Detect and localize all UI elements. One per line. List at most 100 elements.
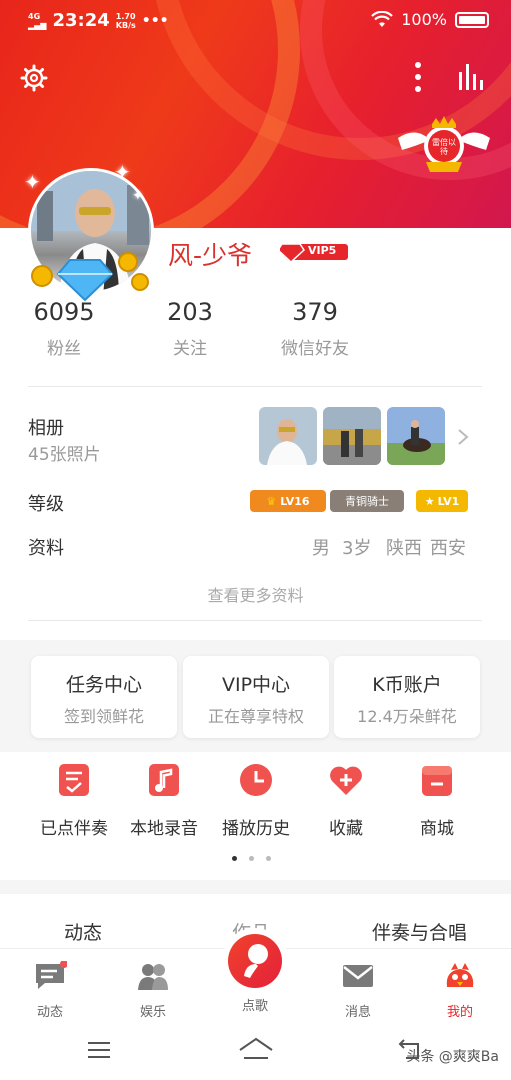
nav-feed[interactable]: 动态: [10, 960, 90, 1020]
section-gap: [0, 880, 511, 894]
info-gender: 男: [312, 538, 330, 559]
info-city: 西安: [430, 538, 466, 559]
nav-label: 消息: [344, 1005, 371, 1020]
event-badge[interactable]: 雷倍以待: [396, 116, 492, 178]
watermark: 头条 @爽爽Ba: [406, 1049, 499, 1065]
following-count: 203: [167, 298, 213, 326]
status-bar: 4G ▂▄▆ 23:24 1.70 KB/s ••• 100%: [0, 0, 511, 40]
more-info-link[interactable]: 查看更多资料: [0, 582, 511, 606]
network-indicator: 4G ▂▄▆: [28, 11, 47, 30]
wechat-friends-stat[interactable]: 379 微信好友: [272, 298, 358, 359]
people-icon: [138, 964, 168, 990]
fans-label: 粉丝: [47, 339, 81, 359]
nav-mine[interactable]: 我的: [420, 961, 500, 1020]
song-request-button[interactable]: [222, 928, 288, 994]
tool-label: 收藏: [329, 819, 363, 839]
card-title: K币账户: [372, 674, 442, 696]
message-icon: [36, 960, 68, 989]
sparkle-icon: ✦: [132, 188, 144, 204]
vip-badge[interactable]: VIP5: [277, 238, 350, 264]
avatar-frame[interactable]: ✦ ✦ ✦: [20, 160, 162, 302]
fans-stat[interactable]: 6095 粉丝: [28, 298, 100, 359]
tool-label: 商城: [420, 819, 454, 839]
star-level-text: LV1: [437, 494, 460, 508]
following-stat[interactable]: 203 关注: [160, 298, 220, 359]
nav-label: 点歌: [241, 999, 268, 1014]
album-thumbnail[interactable]: [323, 407, 381, 465]
wifi-icon: [371, 10, 394, 27]
info-age: 3岁: [342, 538, 372, 559]
divider: [28, 386, 482, 387]
info-label: 资料: [28, 538, 64, 559]
diamond-coins-decoration: [31, 252, 149, 302]
bird-icon: [446, 963, 474, 987]
nickname: 风-少爷: [168, 241, 253, 270]
album-label: 相册: [28, 418, 64, 439]
tool-label: 本地录音: [130, 819, 198, 839]
sparkle-icon: ✦: [114, 160, 131, 184]
tool-play-history[interactable]: 播放历史: [206, 762, 306, 839]
nav-entertainment[interactable]: 娱乐: [113, 961, 193, 1020]
home-icon[interactable]: [238, 1036, 274, 1060]
chevron-right-icon[interactable]: [456, 428, 470, 446]
album-thumbnail[interactable]: [259, 407, 317, 465]
menu-icon[interactable]: [86, 1040, 112, 1060]
clock-icon: [240, 764, 272, 796]
card-subtitle: 12.4万朵鲜花: [357, 707, 457, 726]
heart-plus-icon: [330, 766, 362, 795]
music-note-icon: [149, 764, 179, 796]
divider: [28, 620, 482, 621]
album-count: 45张照片: [28, 445, 101, 465]
clock: 23:24: [52, 10, 110, 31]
vip-level: VIP5: [308, 244, 337, 257]
nav-label: 我的: [446, 1005, 473, 1020]
event-badge-label: 雷倍以待: [432, 138, 456, 156]
card-subtitle: 正在尊享特权: [207, 707, 304, 726]
tool-shop[interactable]: 商城: [387, 762, 487, 839]
tool-label: 播放历史: [222, 819, 290, 839]
more-vertical-icon[interactable]: [410, 60, 426, 94]
page-dot: [249, 856, 254, 861]
tool-favorites[interactable]: 收藏: [296, 762, 396, 839]
page-dot: [266, 856, 271, 861]
battery-icon: [455, 11, 489, 28]
tab-accompaniment-chorus[interactable]: 伴奏与合唱: [372, 918, 467, 945]
level-badge[interactable]: ♛ LV16: [250, 490, 326, 512]
fans-count: 6095: [33, 298, 95, 326]
card-subtitle: 签到领鲜花: [63, 707, 144, 726]
wechat-friends-label: 微信好友: [281, 339, 349, 359]
level-badge-text: LV16: [280, 494, 310, 508]
star-icon: ★: [424, 494, 435, 508]
tab-feed[interactable]: 动态: [64, 918, 102, 945]
settings-gear-icon[interactable]: [20, 64, 48, 92]
album-thumbnail[interactable]: [387, 407, 445, 465]
nav-messages[interactable]: 消息: [318, 961, 398, 1020]
tool-local-recording[interactable]: 本地录音: [114, 762, 214, 839]
star-level-badge[interactable]: ★ LV1: [416, 490, 468, 512]
info-province: 陕西: [386, 538, 422, 559]
page-dot: [232, 856, 237, 861]
card-title: VIP中心: [221, 674, 291, 696]
mail-icon: [343, 965, 373, 987]
equalizer-icon[interactable]: [456, 62, 488, 92]
rank-badge-text: 青铜骑士: [345, 495, 389, 508]
more-status-icon: •••: [141, 12, 169, 29]
battery-percent: 100%: [401, 10, 447, 29]
nav-label: 动态: [36, 1005, 63, 1020]
song-request-circle: [228, 934, 282, 988]
network-speed: 1.70 KB/s: [115, 11, 136, 30]
task-center-card[interactable]: 任务中心 签到领鲜花: [31, 656, 177, 738]
tool-label: 已点伴奏: [40, 819, 108, 839]
sparkle-icon: ✦: [24, 170, 41, 194]
tool-ordered-accompaniment[interactable]: 已点伴奏: [24, 762, 124, 839]
page-indicator: [232, 856, 271, 861]
checklist-icon: [59, 764, 89, 796]
vip-center-card[interactable]: VIP中心 正在尊享特权: [183, 656, 329, 738]
crown-icon: ♛: [266, 494, 277, 508]
rank-badge[interactable]: 青铜骑士: [330, 490, 404, 512]
wechat-friends-count: 379: [292, 298, 338, 326]
card-title: 任务中心: [65, 674, 142, 696]
nav-label: 娱乐: [139, 1005, 166, 1020]
k-coin-card[interactable]: K币账户 12.4万朵鲜花: [334, 656, 480, 738]
level-label: 等级: [28, 494, 64, 515]
